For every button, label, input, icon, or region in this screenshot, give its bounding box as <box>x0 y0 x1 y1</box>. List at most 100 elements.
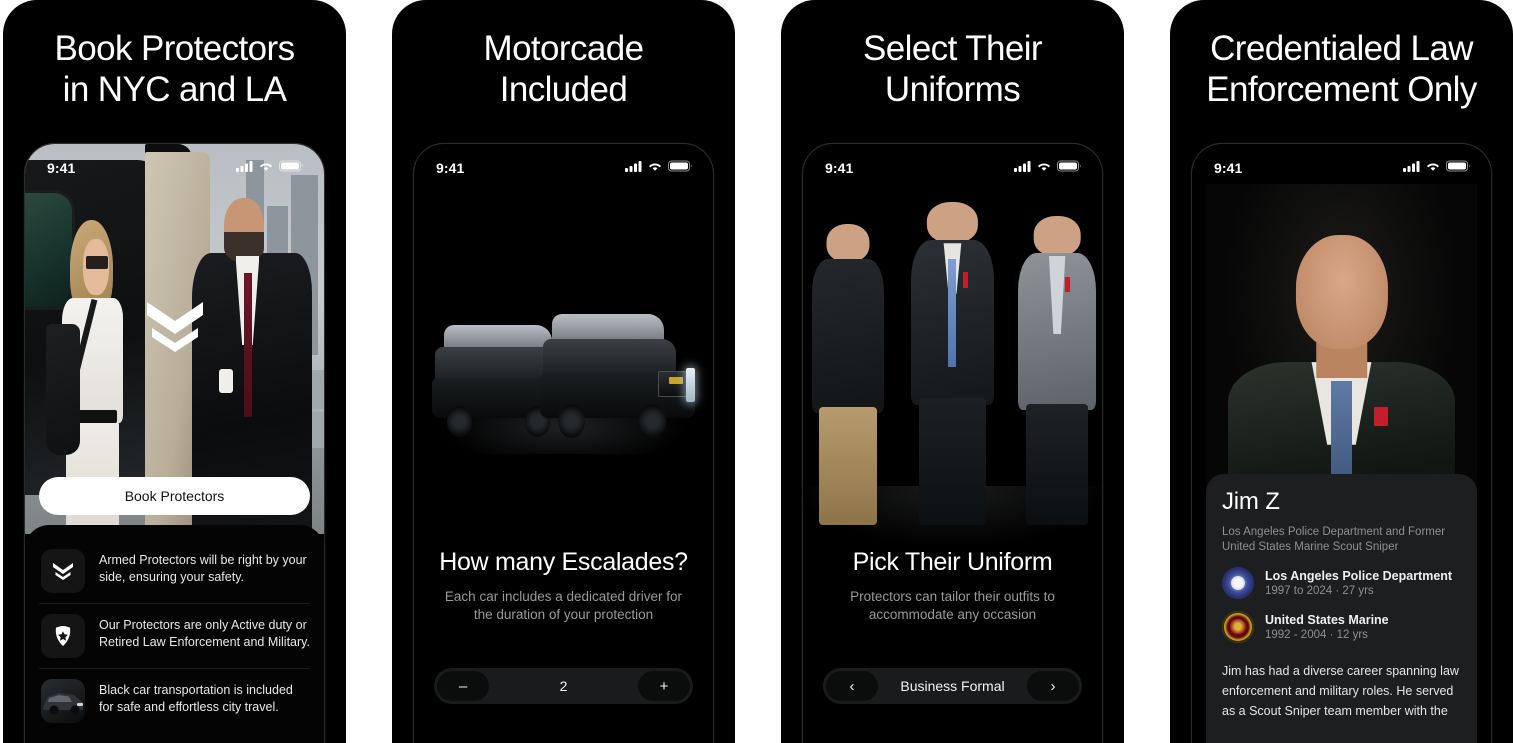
cellular-signal-icon <box>236 159 253 177</box>
lapel-pin-icon <box>962 271 968 288</box>
hero-photo-jim-z <box>1206 184 1477 502</box>
credential-detail: 1997 to 2024 · 27 yrs <box>1265 585 1374 597</box>
protector-head <box>1033 216 1081 256</box>
status-time: 9:41 <box>436 160 465 176</box>
status-time: 9:41 <box>1214 160 1243 176</box>
uniform-selector[interactable]: ‹ Business Formal › <box>823 668 1082 704</box>
protector-tie <box>243 273 253 418</box>
suv-headlight <box>685 368 696 402</box>
double-chevron-logo <box>144 298 206 356</box>
protector-role: Los Angeles Police Department and Former… <box>1222 526 1446 553</box>
protector-cuff <box>218 369 234 394</box>
dark-trousers <box>1026 403 1089 525</box>
battery-icon <box>1446 159 1471 177</box>
handbag <box>46 324 80 456</box>
panel-headline: Credentialed Law Enforcement Only <box>1206 29 1477 109</box>
phone-mockup: 9:41 <box>1192 144 1491 743</box>
book-protectors-button[interactable]: Book Protectors <box>39 477 310 515</box>
protector-business-formal <box>910 202 995 526</box>
hero-photo-book-protectors <box>25 144 324 534</box>
status-bar: 9:41 <box>25 144 324 184</box>
credential-row: United States Marine 1992 - 2004 · 12 yr… <box>1222 611 1461 643</box>
decrement-button[interactable]: – <box>437 671 489 701</box>
previous-uniform-button[interactable]: ‹ <box>826 671 878 701</box>
status-bar: 9:41 <box>803 144 1102 184</box>
panel-headline: Book Protectors in NYC and LA <box>54 29 296 109</box>
panel-headline: Select Their Uniforms <box>863 29 1043 109</box>
battery-icon <box>668 159 693 177</box>
protector-bio: Jim has had a diverse career spanning la… <box>1222 664 1459 718</box>
protector-name: Jim Z <box>1222 488 1280 515</box>
black-suv-photo-icon <box>41 679 85 723</box>
usmc-emblem-icon <box>1222 611 1254 643</box>
status-bar: 9:41 <box>1192 144 1491 184</box>
cellular-signal-icon <box>1014 159 1031 177</box>
phone-mockup: 9:41 <box>414 144 713 743</box>
increment-button[interactable]: + <box>638 671 690 701</box>
preview-panel-book-protectors: Book Protectors in NYC and LA 9:41 Book … <box>3 0 346 743</box>
feature-text: Black car transportation is included for… <box>99 683 293 714</box>
protector-tactical <box>811 223 884 525</box>
next-uniform-button[interactable]: › <box>1027 671 1079 701</box>
suv-wheel <box>446 406 473 437</box>
hero-photo-escalades <box>414 294 713 464</box>
hero-photo-three-protectors <box>803 184 1102 544</box>
status-indicators <box>625 159 693 177</box>
status-time: 9:41 <box>825 160 854 176</box>
protector-head <box>927 202 978 244</box>
polo-shirt <box>811 259 884 413</box>
screen-title: Pick Their Uniform <box>852 548 1053 576</box>
wifi-icon <box>258 159 274 177</box>
feature-text: Our Protectors are only Active duty or R… <box>99 618 310 649</box>
lapd-badge-icon <box>1222 567 1254 599</box>
protector-head <box>826 223 870 262</box>
sunglasses <box>86 255 109 269</box>
screen-title: How many Escalades? <box>439 548 688 576</box>
tactical-pants <box>819 406 877 525</box>
selected-uniform-value: Business Formal <box>900 678 1005 694</box>
stepper-value: 2 <box>559 678 568 694</box>
lapel-pin-icon <box>1374 406 1388 426</box>
cellular-signal-icon <box>1403 159 1420 177</box>
credential-row: Los Angeles Police Department 1997 to 20… <box>1222 567 1461 599</box>
suv-wheel <box>558 404 585 438</box>
wifi-icon <box>1036 159 1052 177</box>
wifi-icon <box>647 159 663 177</box>
phone-mockup: 9:41 <box>803 144 1102 743</box>
preview-panel-credentials: Credentialed Law Enforcement Only 9:41 J… <box>1170 0 1513 743</box>
protector-profile-card: Jim Z Los Angeles Police Department and … <box>1206 474 1477 743</box>
status-indicators <box>1014 159 1082 177</box>
feature-list: Armed Protectors will be right by your s… <box>25 525 324 743</box>
status-indicators <box>236 159 304 177</box>
preview-panel-uniforms: Select Their Uniforms 9:41 Pick Their Un… <box>781 0 1124 743</box>
app-store-screenshot-gallery: Book Protectors in NYC and LA 9:41 Book … <box>0 0 1513 743</box>
credential-org: Los Angeles Police Department <box>1265 569 1453 583</box>
cadillac-badge-icon <box>668 377 683 384</box>
screen-subtitle: Protectors can tailor their outfits to a… <box>850 589 1055 622</box>
wifi-icon <box>1425 159 1441 177</box>
preview-panel-motorcade: Motorcade Included 9:41 How many Escalad… <box>392 0 735 743</box>
battery-icon <box>279 159 304 177</box>
suit-trousers <box>918 398 986 526</box>
panel-headline: Motorcade Included <box>483 29 645 109</box>
protector-head <box>1295 234 1388 350</box>
credential-detail: 1992 - 2004 · 12 yrs <box>1265 629 1368 641</box>
battery-icon <box>1057 159 1082 177</box>
protector-business-casual <box>1018 216 1096 525</box>
status-time: 9:41 <box>47 160 76 176</box>
chevron-rank-icon <box>41 549 85 593</box>
lapel-pin-icon <box>1064 276 1070 292</box>
escalade-quantity-stepper[interactable]: – 2 + <box>434 668 693 704</box>
feature-item: Armed Protectors will be right by your s… <box>39 539 310 603</box>
credential-org: United States Marine <box>1265 613 1389 627</box>
feature-item: Black car transportation is included for… <box>39 668 310 733</box>
police-badge-icon <box>41 614 85 658</box>
status-indicators <box>1403 159 1471 177</box>
feature-item: Our Protectors are only Active duty or R… <box>39 603 310 668</box>
blue-tie <box>948 259 956 367</box>
status-bar: 9:41 <box>414 144 713 184</box>
suv-wheel <box>639 404 666 438</box>
phone-mockup: 9:41 Book Protectors Armed Protectors wi… <box>25 144 324 743</box>
escalade-front <box>539 314 696 438</box>
feature-text: Armed Protectors will be right by your s… <box>99 553 307 584</box>
